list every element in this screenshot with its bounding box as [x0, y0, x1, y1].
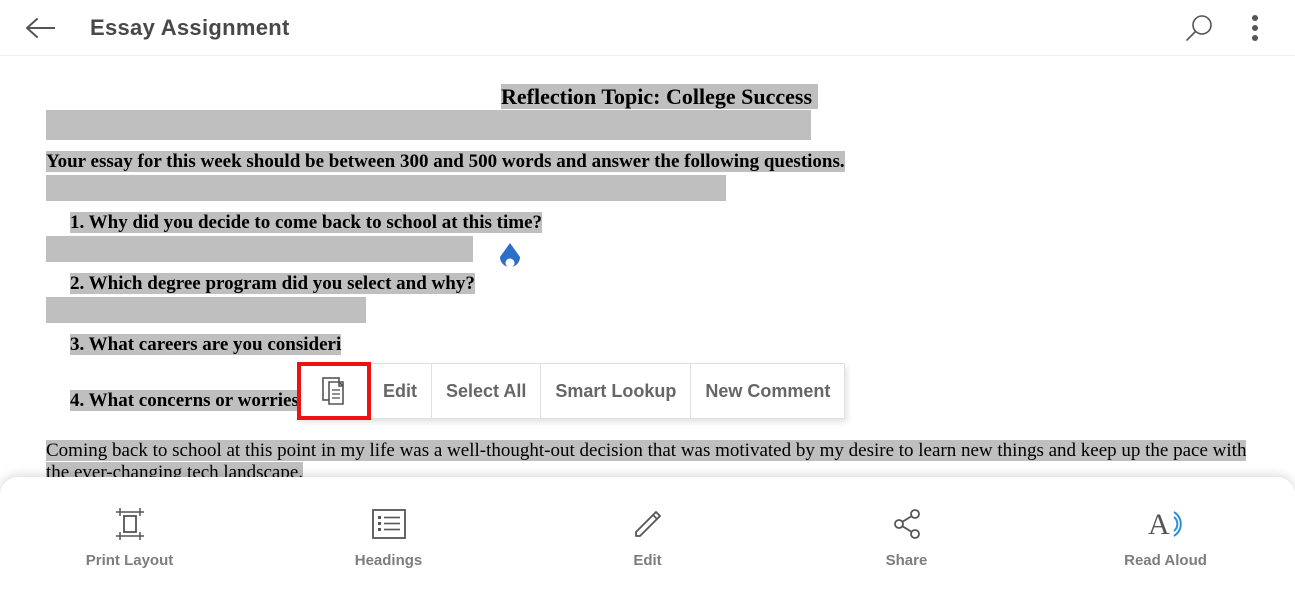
selection-spacer: [46, 175, 726, 201]
read-aloud-label: Read Aloud: [1124, 552, 1207, 569]
share-label: Share: [886, 552, 928, 569]
copy-button[interactable]: [299, 364, 369, 418]
select-all-menu-item[interactable]: Select All: [432, 364, 541, 418]
bottom-toolbar: Print Layout Headings Edit: [0, 477, 1295, 597]
doc-intro: Your essay for this week should be betwe…: [46, 149, 1249, 175]
edit-menu-item[interactable]: Edit: [369, 364, 432, 418]
edit-button[interactable]: Edit: [518, 477, 777, 597]
read-aloud-icon: A: [1144, 506, 1188, 542]
doc-question-2: 2. Which degree program did you select a…: [46, 271, 1249, 297]
smart-lookup-menu-item[interactable]: Smart Lookup: [541, 364, 691, 418]
share-button[interactable]: Share: [777, 477, 1036, 597]
selection-spacer: [46, 297, 366, 323]
headings-button[interactable]: Headings: [259, 477, 518, 597]
search-button[interactable]: [1179, 8, 1219, 48]
page-title: Essay Assignment: [90, 15, 1163, 41]
document-area[interactable]: Reflection Topic: College Success Your e…: [0, 56, 1295, 477]
more-vertical-icon: [1251, 14, 1259, 42]
search-icon: [1184, 13, 1214, 43]
copy-icon: [317, 374, 351, 408]
selection-spacer: [46, 236, 473, 262]
print-layout-label: Print Layout: [86, 552, 174, 569]
doc-heading-line: Reflection Topic: College Success: [46, 84, 1249, 110]
read-aloud-button[interactable]: A Read Aloud: [1036, 477, 1295, 597]
new-comment-menu-item[interactable]: New Comment: [691, 364, 844, 418]
headings-icon: [369, 507, 409, 541]
edit-label: Edit: [633, 552, 661, 569]
back-arrow-icon: [25, 17, 55, 39]
doc-heading: Reflection Topic: College Success: [501, 84, 818, 109]
doc-question-3: 3. What careers are you consideri: [46, 332, 1249, 358]
print-layout-icon: [110, 506, 150, 542]
share-icon: [889, 506, 925, 542]
context-menu: Edit Select All Smart Lookup New Comment: [298, 363, 845, 419]
pencil-icon: [630, 506, 666, 542]
selection-spacer: [46, 110, 811, 140]
back-button[interactable]: [20, 8, 60, 48]
svg-text:A: A: [1148, 508, 1170, 541]
doc-question-1: 1. Why did you decide to come back to sc…: [46, 210, 1249, 236]
headings-label: Headings: [355, 552, 423, 569]
doc-body-1: Coming back to school at this point in m…: [46, 440, 1249, 477]
print-layout-button[interactable]: Print Layout: [0, 477, 259, 597]
more-button[interactable]: [1235, 8, 1275, 48]
top-bar: Essay Assignment: [0, 0, 1295, 56]
